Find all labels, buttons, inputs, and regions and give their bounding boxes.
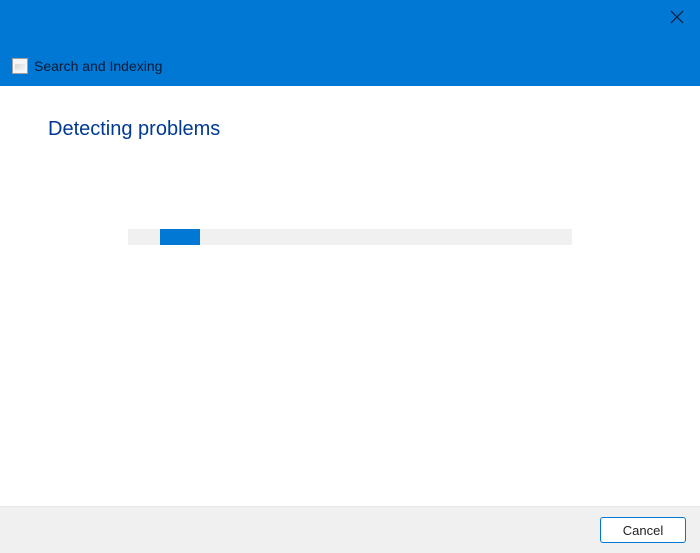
titlebar-header: Search and Indexing — [0, 0, 700, 86]
progress-fill — [160, 229, 200, 245]
close-icon — [670, 10, 684, 24]
search-indexing-icon — [12, 58, 28, 74]
footer-bar: Cancel — [0, 506, 700, 553]
content-area: Detecting problems — [0, 86, 700, 506]
header-title-wrap: Search and Indexing — [12, 58, 162, 74]
close-button[interactable] — [666, 6, 688, 31]
page-heading: Detecting problems — [48, 118, 652, 141]
progress-bar — [128, 229, 572, 245]
cancel-button[interactable]: Cancel — [600, 517, 686, 543]
header-title: Search and Indexing — [34, 58, 162, 74]
